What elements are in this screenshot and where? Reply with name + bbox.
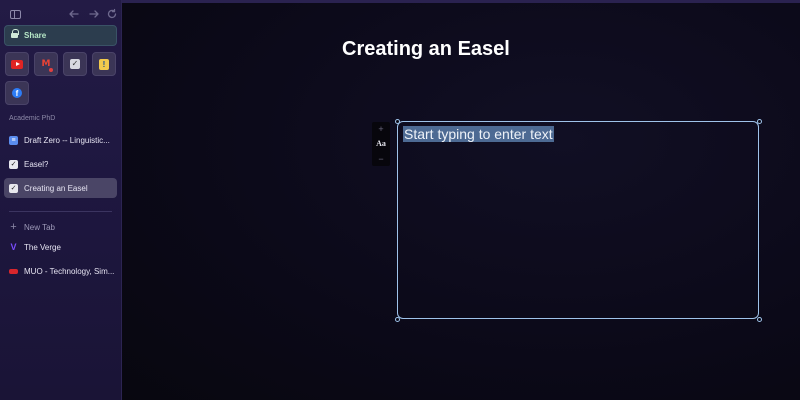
resize-handle-top-left[interactable] (394, 118, 400, 124)
tab-label: Creating an Easel (24, 183, 88, 193)
sidebar: Share M ✓ ! f Academic PhD ≡ Draft Zero … (0, 0, 122, 400)
increase-font-button[interactable]: + (378, 124, 383, 134)
checkbox-icon: ✓ (70, 59, 80, 69)
text-box[interactable]: Start typing to enter text (394, 118, 762, 322)
reload-icon[interactable] (105, 8, 119, 22)
window-top-edge (122, 0, 800, 3)
decrease-font-button[interactable]: − (378, 154, 383, 164)
tab-label: Easel? (24, 159, 49, 169)
favorite-gmail[interactable]: M (34, 52, 58, 76)
new-tab-button[interactable]: + New Tab (4, 218, 117, 236)
sidebar-topbar (9, 8, 117, 22)
checkbox-icon: ✓ (9, 159, 18, 169)
tab-easel[interactable]: ✓ Easel? (4, 154, 117, 174)
tab-label: MUO - Technology, Sim... (24, 266, 115, 276)
browser-window: Share M ✓ ! f Academic PhD ≡ Draft Zero … (0, 0, 800, 400)
share-button[interactable]: Share (4, 25, 117, 46)
tab-creating-an-easel[interactable]: ✓ Creating an Easel (4, 178, 117, 198)
favorite-facebook[interactable]: f (5, 81, 29, 105)
text-box-placeholder[interactable]: Start typing to enter text (403, 126, 554, 142)
forward-arrow-icon[interactable] (87, 8, 101, 22)
tab-label: The Verge (24, 242, 61, 252)
resize-handle-bottom-right[interactable] (756, 316, 762, 322)
lock-icon (11, 29, 19, 39)
favorite-tasks[interactable]: ✓ (63, 52, 87, 76)
share-label: Share (24, 31, 47, 40)
resize-handle-bottom-left[interactable] (394, 316, 400, 322)
back-arrow-icon[interactable] (67, 8, 81, 22)
page-title: Creating an Easel (342, 38, 510, 60)
easel-canvas[interactable]: Creating an Easel + Aa − Start typing to… (122, 0, 800, 400)
font-style-button[interactable]: Aa (376, 139, 386, 149)
resize-handle-top-right[interactable] (756, 118, 762, 124)
favorite-bitwarden[interactable]: ! (92, 52, 116, 76)
tab-muo[interactable]: MUO - Technology, Sim... (4, 261, 117, 281)
muo-icon (9, 268, 18, 274)
tab-draft-zero[interactable]: ≡ Draft Zero -- Linguistic... (4, 130, 117, 150)
verge-icon: V (10, 241, 17, 252)
favorite-youtube[interactable] (5, 52, 29, 76)
checkbox-icon: ✓ (9, 183, 18, 193)
space-title: Academic PhD (9, 115, 56, 122)
text-format-toolbar: + Aa − (372, 122, 390, 166)
facebook-icon: f (12, 88, 22, 98)
plus-icon: + (10, 221, 17, 233)
sidebar-divider (9, 211, 112, 212)
bitwarden-icon: ! (99, 58, 109, 70)
new-tab-label: New Tab (24, 222, 55, 232)
document-icon: ≡ (9, 135, 18, 145)
tab-label: Draft Zero -- Linguistic... (24, 135, 110, 145)
sidebar-toggle-icon[interactable] (9, 8, 23, 22)
notification-dot (49, 68, 53, 72)
tab-the-verge[interactable]: V The Verge (4, 237, 117, 257)
youtube-icon (11, 59, 23, 69)
